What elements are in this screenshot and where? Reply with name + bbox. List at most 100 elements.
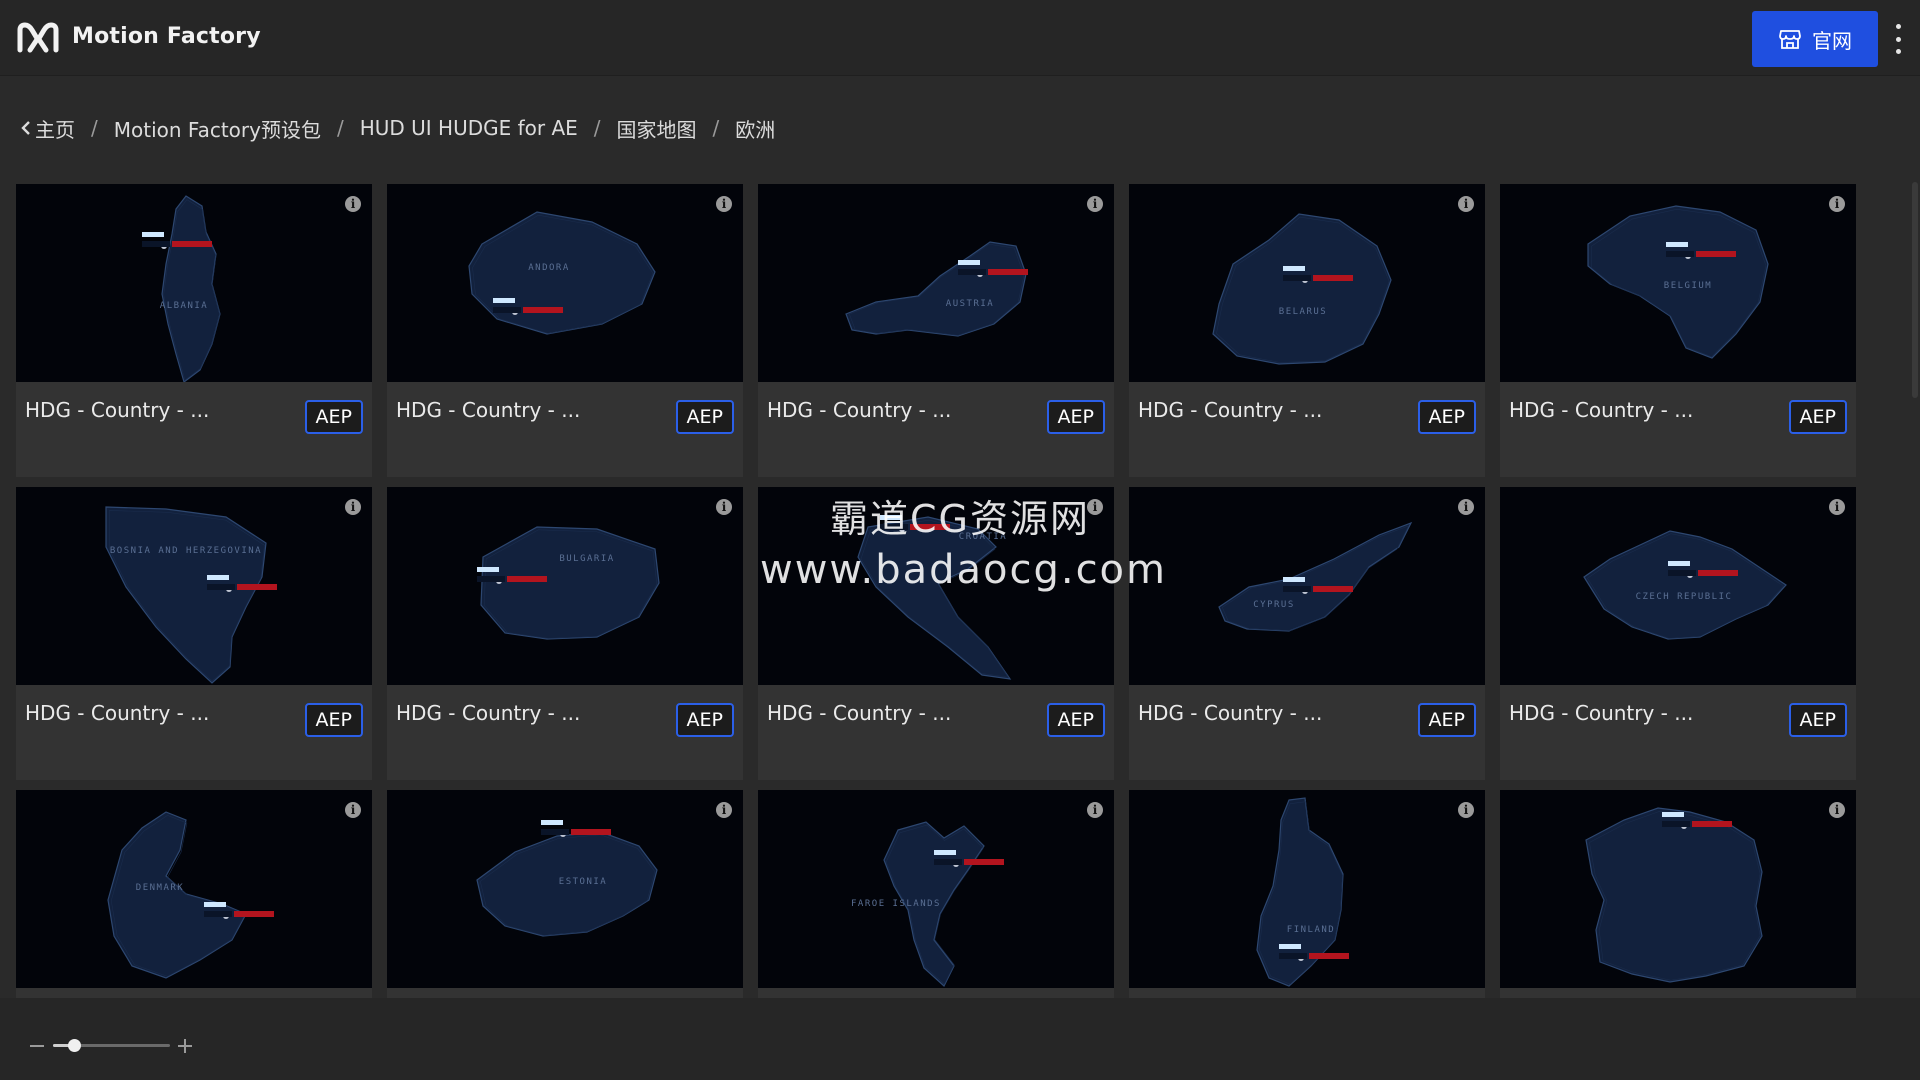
asset-thumbnail[interactable]: FAROE ISLANDS i [758, 790, 1114, 988]
country-map-label: BOSNIA AND HERZEGOVINA [110, 546, 262, 556]
asset-thumbnail[interactable]: CZECH REPUBLIC i [1500, 487, 1856, 685]
asset-title: HDG - Country - ... [396, 398, 581, 422]
breadcrumb-separator: / [593, 116, 601, 140]
info-icon[interactable]: i [1458, 499, 1474, 515]
asset-card[interactable]: AUSTRIA i HDG - Country - ... AEP [758, 184, 1114, 477]
zoom-slider-handle[interactable] [68, 1039, 82, 1052]
country-map-graphic: BOSNIA AND HERZEGOVINA [105, 506, 277, 684]
file-type-badge: AEP [1788, 400, 1847, 434]
asset-card[interactable]: FINLAND i [1129, 790, 1485, 998]
country-map-graphic: BULGARIA [477, 526, 660, 640]
asset-title: HDG - Country - ... [25, 398, 210, 422]
chevron-left-icon[interactable] [20, 120, 32, 136]
asset-thumbnail[interactable]: ANDORA i [387, 184, 743, 382]
breadcrumb-separator: / [336, 116, 344, 140]
asset-thumbnail[interactable]: FINLAND i [1129, 790, 1485, 988]
zoom-in-icon[interactable] [178, 1038, 194, 1054]
asset-thumbnail[interactable]: BOSNIA AND HERZEGOVINA i [16, 487, 372, 685]
breadcrumb-category[interactable]: 国家地图 [617, 114, 697, 143]
asset-thumbnail[interactable]: BELARUS i [1129, 184, 1485, 382]
asset-card[interactable]: CYPRUS i HDG - Country - ... AEP [1129, 487, 1485, 780]
country-map-label: CYPRUS [1253, 600, 1295, 610]
asset-grid: ALBANIA i HDG - Country - ... AEP ANDORA i HDG… [16, 184, 1858, 998]
info-icon[interactable]: i [1458, 196, 1474, 212]
country-map-label: AUSTRIA [946, 299, 994, 309]
country-map-label: FAROE ISLANDS [851, 899, 941, 909]
asset-card[interactable]: ESTONIA i [387, 790, 743, 998]
info-icon[interactable]: i [345, 499, 361, 515]
official-site-label: 官网 [1812, 28, 1852, 53]
country-map-graphic: FINLAND [1256, 797, 1349, 987]
vertical-scrollbar[interactable] [1912, 182, 1918, 398]
asset-card[interactable]: i [1500, 790, 1856, 998]
asset-thumbnail[interactable]: CROATIA i [758, 487, 1114, 685]
official-site-button[interactable]: 官网 [1752, 11, 1878, 67]
country-map-graphic: FAROE ISLANDS [851, 821, 1004, 987]
breadcrumb: 主页 / Motion Factory预设包 / HUD UI HUDGE fo… [20, 113, 775, 143]
asset-thumbnail[interactable]: BULGARIA i [387, 487, 743, 685]
file-type-badge: AEP [304, 703, 363, 737]
info-icon[interactable]: i [1829, 196, 1845, 212]
country-map-graphic: DENMARK [107, 811, 274, 979]
country-map-graphic: BELGIUM [1587, 205, 1769, 359]
file-type-badge: AEP [1046, 703, 1105, 737]
info-icon[interactable]: i [1458, 802, 1474, 818]
info-icon[interactable]: i [1087, 196, 1103, 212]
country-map-graphic: CYPRUS [1218, 521, 1413, 632]
info-icon[interactable]: i [716, 196, 732, 212]
breadcrumb-current: 欧洲 [735, 117, 776, 142]
kebab-menu-icon[interactable] [1890, 24, 1906, 54]
country-map-label: BELGIUM [1664, 281, 1712, 291]
breadcrumb-pack[interactable]: Motion Factory预设包 [114, 114, 321, 143]
asset-title: HDG - Country - ... [1509, 398, 1694, 422]
country-map-graphic: CZECH REPUBLIC [1583, 530, 1787, 640]
breadcrumb-separator: / [712, 116, 720, 140]
asset-card[interactable]: BELARUS i HDG - Country - ... AEP [1129, 184, 1485, 477]
breadcrumb-home[interactable]: 主页 [35, 114, 75, 143]
country-map-graphic: ESTONIA [476, 820, 658, 937]
asset-thumbnail[interactable]: AUSTRIA i [758, 184, 1114, 382]
file-type-badge: AEP [1417, 400, 1476, 434]
asset-card[interactable]: ANDORA i HDG - Country - ... AEP [387, 184, 743, 477]
asset-thumbnail[interactable]: BELGIUM i [1500, 184, 1856, 382]
country-map-graphic [1585, 807, 1763, 983]
asset-thumbnail[interactable]: i [1500, 790, 1856, 988]
file-type-badge: AEP [1788, 703, 1847, 737]
asset-card[interactable]: CZECH REPUBLIC i HDG - Country - ... AEP [1500, 487, 1856, 780]
asset-card[interactable]: FAROE ISLANDS i [758, 790, 1114, 998]
bottom-bar [0, 998, 1920, 1080]
info-icon[interactable]: i [1087, 499, 1103, 515]
asset-card[interactable]: CROATIA i HDG - Country - ... AEP [758, 487, 1114, 780]
asset-card[interactable]: BELGIUM i HDG - Country - ... AEP [1500, 184, 1856, 477]
asset-title: HDG - Country - ... [767, 701, 952, 725]
asset-thumbnail[interactable]: DENMARK i [16, 790, 372, 988]
info-icon[interactable]: i [1829, 802, 1845, 818]
asset-thumbnail[interactable]: ALBANIA i [16, 184, 372, 382]
breadcrumb-collection[interactable]: HUD UI HUDGE for AE [360, 116, 578, 140]
motion-factory-logo[interactable] [16, 20, 60, 56]
asset-thumbnail[interactable]: ESTONIA i [387, 790, 743, 988]
info-icon[interactable]: i [1087, 802, 1103, 818]
asset-thumbnail[interactable]: CYPRUS i [1129, 487, 1485, 685]
info-icon[interactable]: i [716, 802, 732, 818]
asset-card[interactable]: BULGARIA i HDG - Country - ... AEP [387, 487, 743, 780]
info-icon[interactable]: i [345, 196, 361, 212]
asset-card[interactable]: BOSNIA AND HERZEGOVINA i HDG - Country - .… [16, 487, 372, 780]
file-type-badge: AEP [1417, 703, 1476, 737]
zoom-slider[interactable] [53, 1039, 170, 1052]
info-icon[interactable]: i [1829, 499, 1845, 515]
info-icon[interactable]: i [345, 802, 361, 818]
zoom-control [30, 1036, 200, 1056]
country-map-label: CZECH REPUBLIC [1636, 592, 1733, 602]
country-map-label: ANDORA [528, 263, 570, 273]
brand-name[interactable]: Motion Factory [72, 24, 261, 49]
country-map-graphic: CROATIA [857, 515, 1012, 680]
file-type-badge: AEP [1046, 400, 1105, 434]
zoom-out-icon[interactable] [30, 1045, 44, 1047]
country-map-graphic: AUSTRIA [845, 241, 1028, 337]
asset-card[interactable]: DENMARK i [16, 790, 372, 998]
asset-title: HDG - Country - ... [1138, 398, 1323, 422]
asset-title: HDG - Country - ... [396, 701, 581, 725]
info-icon[interactable]: i [716, 499, 732, 515]
asset-card[interactable]: ALBANIA i HDG - Country - ... AEP [16, 184, 372, 477]
